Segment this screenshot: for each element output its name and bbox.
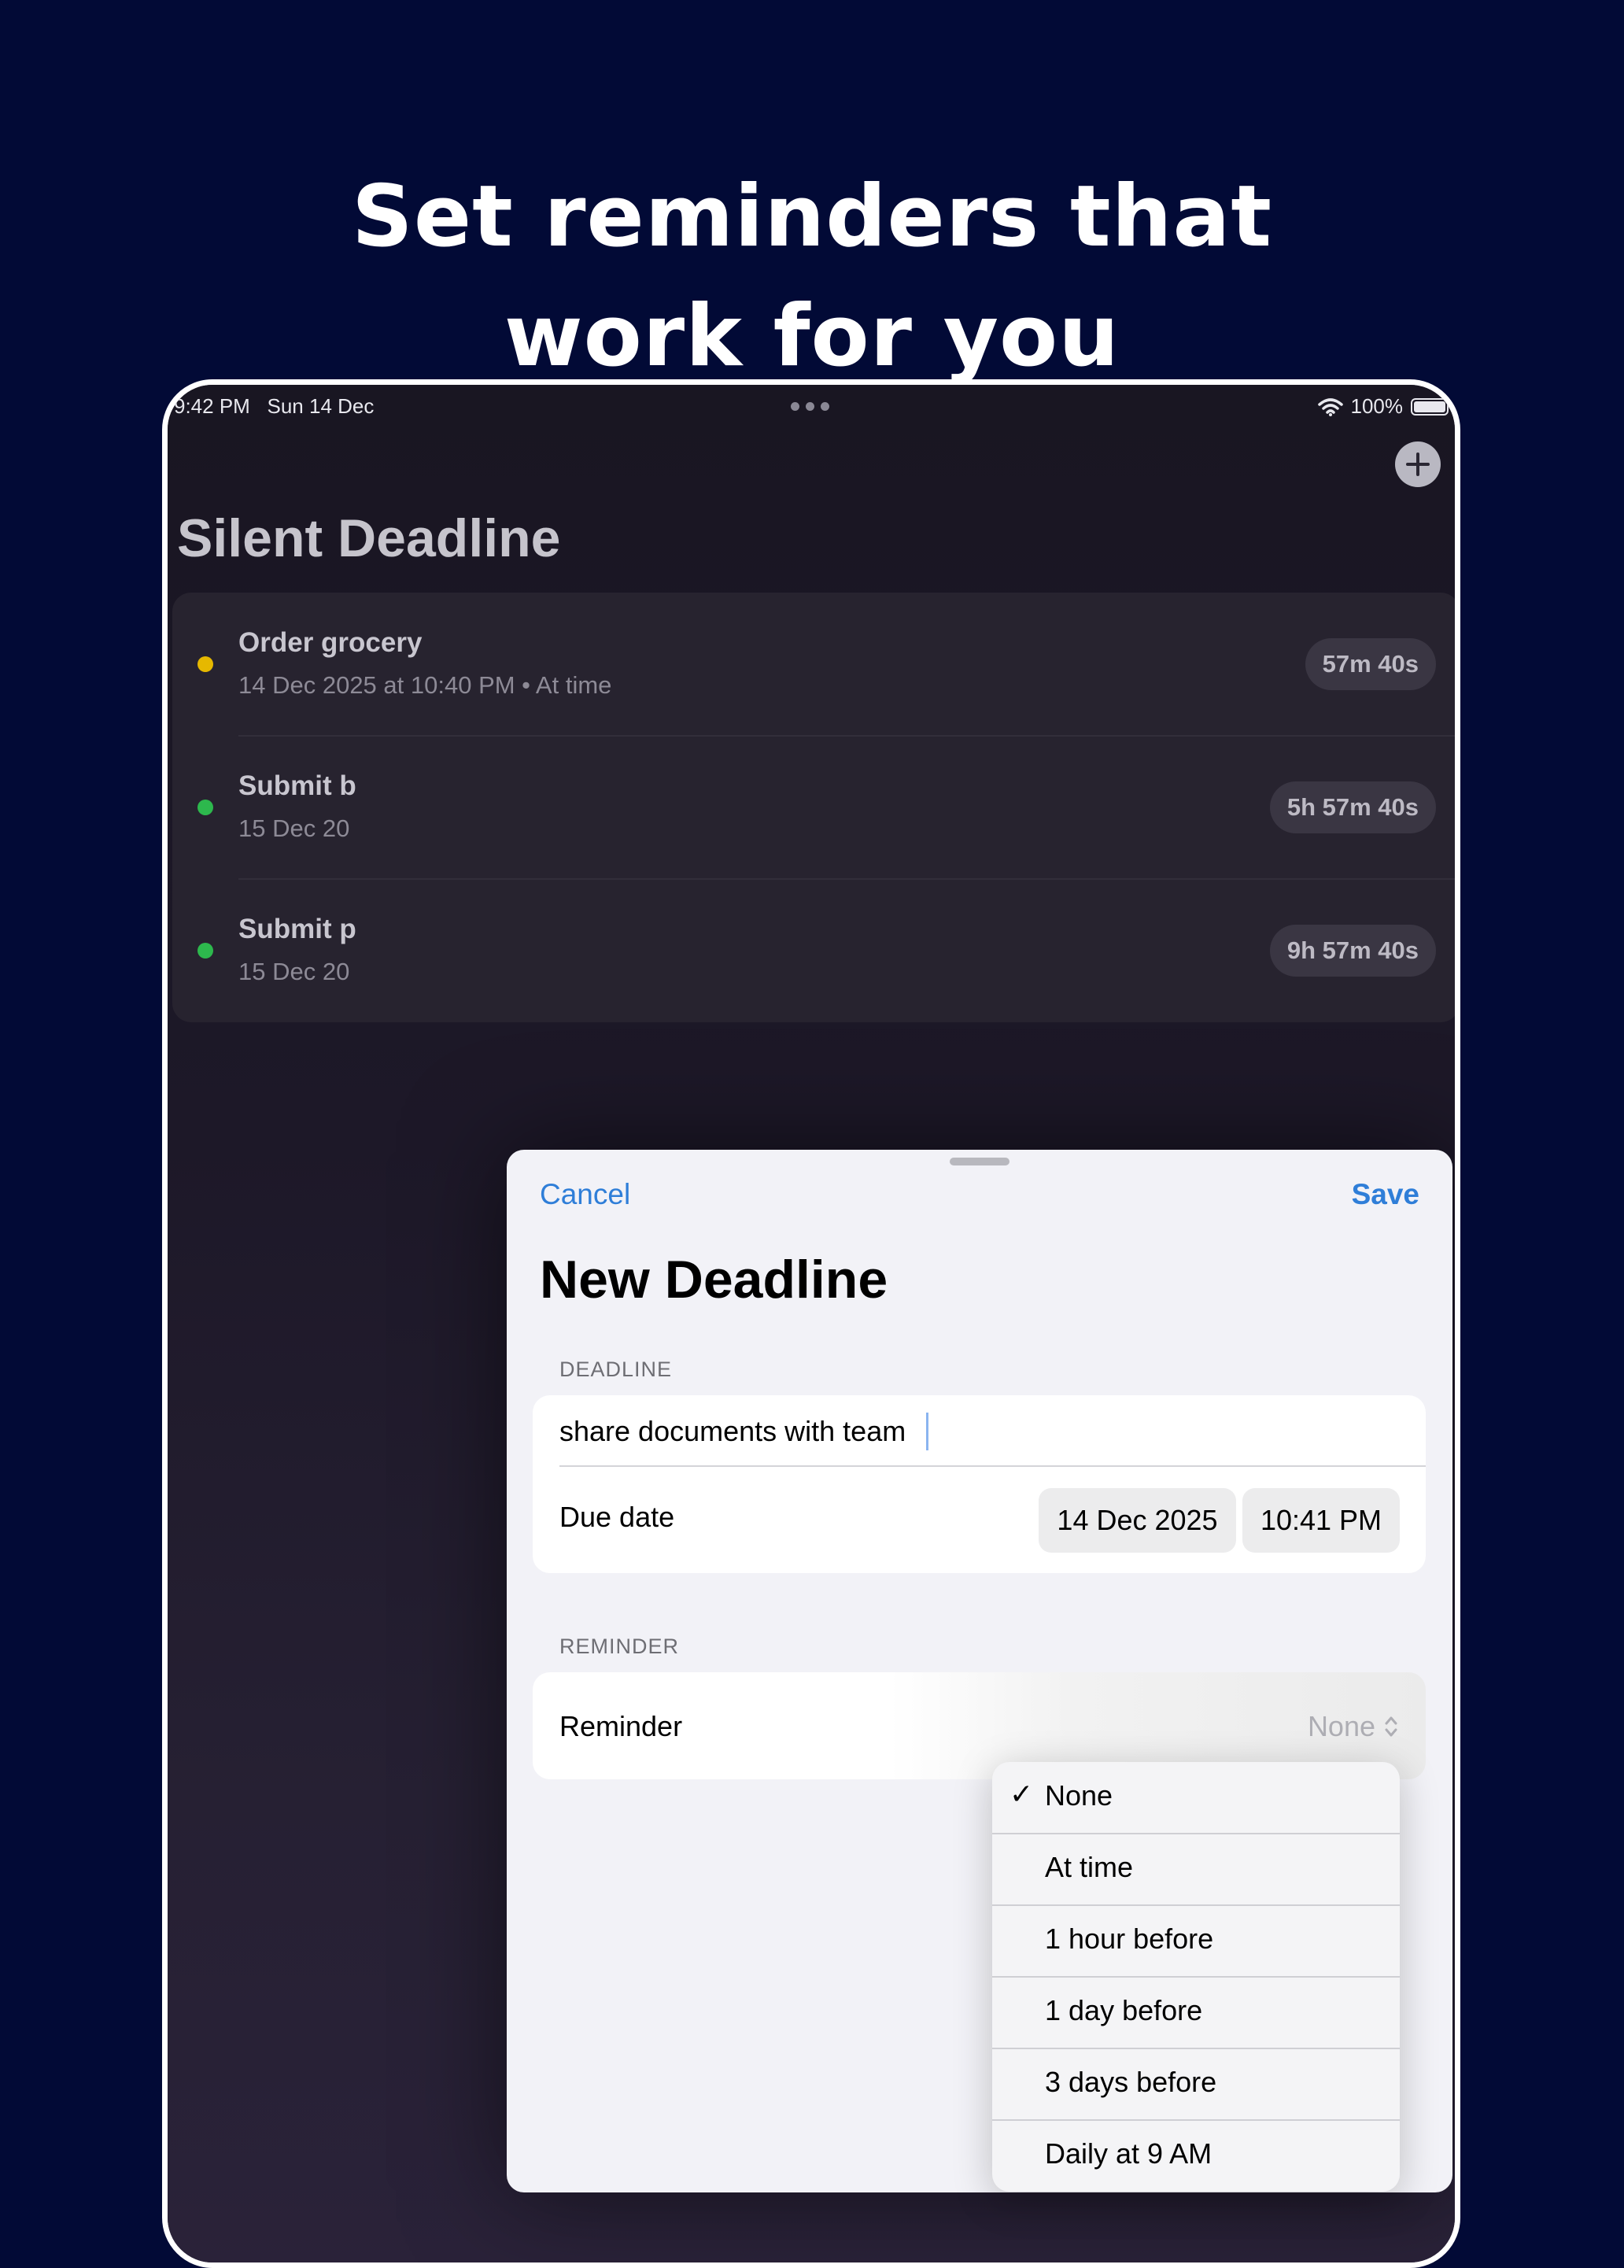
- status-bar: 9:42 PM Sun 14 Dec 100%: [168, 393, 1455, 424]
- app-screen: 9:42 PM Sun 14 Dec 100% Silent Deadline …: [168, 385, 1455, 2262]
- menu-item-daily-9am[interactable]: Daily at 9 AM: [992, 2120, 1400, 2192]
- list-item[interactable]: Order grocery 14 Dec 2025 at 10:40 PM • …: [172, 593, 1455, 736]
- menu-item-1-day-before[interactable]: 1 day before: [992, 1977, 1400, 2048]
- status-indicators: 100%: [1317, 394, 1449, 419]
- group-divider: [559, 1465, 1426, 1467]
- tablet-frame: 9:42 PM Sun 14 Dec 100% Silent Deadline …: [162, 379, 1460, 2268]
- sheet-grabber[interactable]: [950, 1158, 1009, 1165]
- status-time-date: 9:42 PM Sun 14 Dec: [174, 394, 374, 419]
- text-caret: [926, 1413, 928, 1450]
- deadline-name-input[interactable]: [559, 1409, 1393, 1454]
- list-item[interactable]: Submit b 15 Dec 20 5h 57m 40s: [172, 736, 1455, 879]
- reminder-section-header: REMINDER: [559, 1635, 680, 1658]
- deadline-group: Due date 14 Dec 2025 10:41 PM: [533, 1395, 1426, 1573]
- due-date-picker[interactable]: 14 Dec 2025: [1039, 1488, 1236, 1553]
- checkmark-icon: ✓: [1009, 1778, 1034, 1810]
- reminder-value[interactable]: None: [1308, 1710, 1399, 1743]
- status-time: 9:42 PM: [174, 394, 250, 418]
- reminder-label: Reminder: [559, 1710, 683, 1742]
- deadline-title: Submit b: [238, 770, 356, 801]
- battery-percent: 100%: [1350, 394, 1404, 418]
- status-dot: [197, 800, 213, 815]
- due-date-label: Due date: [559, 1501, 675, 1533]
- countdown-badge: 57m 40s: [1305, 638, 1436, 690]
- deadline-subtitle: 14 Dec 2025 at 10:40 PM • At time: [238, 671, 612, 699]
- status-date: Sun 14 Dec: [267, 394, 375, 418]
- add-deadline-button[interactable]: [1395, 441, 1441, 487]
- deadline-subtitle: 15 Dec 20: [238, 814, 350, 842]
- sheet-title: New Deadline: [540, 1250, 888, 1309]
- menu-item-label: 1 day before: [1045, 1994, 1203, 2026]
- due-time-picker[interactable]: 10:41 PM: [1242, 1488, 1400, 1553]
- multitasking-dots-icon[interactable]: [791, 402, 830, 413]
- battery-icon: [1411, 397, 1449, 416]
- countdown-badge: 5h 57m 40s: [1269, 781, 1436, 833]
- menu-item-label: None: [1045, 1779, 1113, 1812]
- headline-line-1: Set reminders that: [352, 168, 1272, 266]
- promo-headline: Set reminders that work for you: [0, 157, 1624, 397]
- status-dot: [197, 656, 213, 672]
- menu-item-label: 3 days before: [1045, 2066, 1217, 2098]
- menu-item-none[interactable]: ✓ None: [992, 1762, 1400, 1834]
- plus-icon: [1406, 452, 1430, 476]
- wifi-icon: [1317, 397, 1343, 416]
- menu-item-1-hour-before[interactable]: 1 hour before: [992, 1905, 1400, 1977]
- countdown-badge: 9h 57m 40s: [1269, 925, 1436, 977]
- reminder-selected-value: None: [1307, 1710, 1375, 1742]
- menu-item-label: 1 hour before: [1045, 1923, 1214, 1955]
- reminder-dropdown-menu: ✓ None At time 1 hour before 1 day befor…: [992, 1762, 1400, 2192]
- chevron-up-down-icon: [1385, 1716, 1397, 1737]
- cancel-button[interactable]: Cancel: [540, 1178, 630, 1211]
- deadline-title: Order grocery: [238, 627, 423, 658]
- deadline-list: Order grocery 14 Dec 2025 at 10:40 PM • …: [172, 593, 1455, 1022]
- menu-item-3-days-before[interactable]: 3 days before: [992, 2048, 1400, 2120]
- status-dot: [197, 943, 213, 959]
- app-title: Silent Deadline: [177, 508, 561, 568]
- deadline-section-header: DEADLINE: [559, 1357, 673, 1381]
- menu-item-at-time[interactable]: At time: [992, 1834, 1400, 1905]
- deadline-subtitle: 15 Dec 20: [238, 958, 350, 985]
- list-item[interactable]: Submit p 15 Dec 20 9h 57m 40s: [172, 879, 1455, 1022]
- deadline-title: Submit p: [238, 914, 356, 944]
- menu-item-label: At time: [1045, 1851, 1134, 1883]
- save-button[interactable]: Save: [1352, 1178, 1419, 1211]
